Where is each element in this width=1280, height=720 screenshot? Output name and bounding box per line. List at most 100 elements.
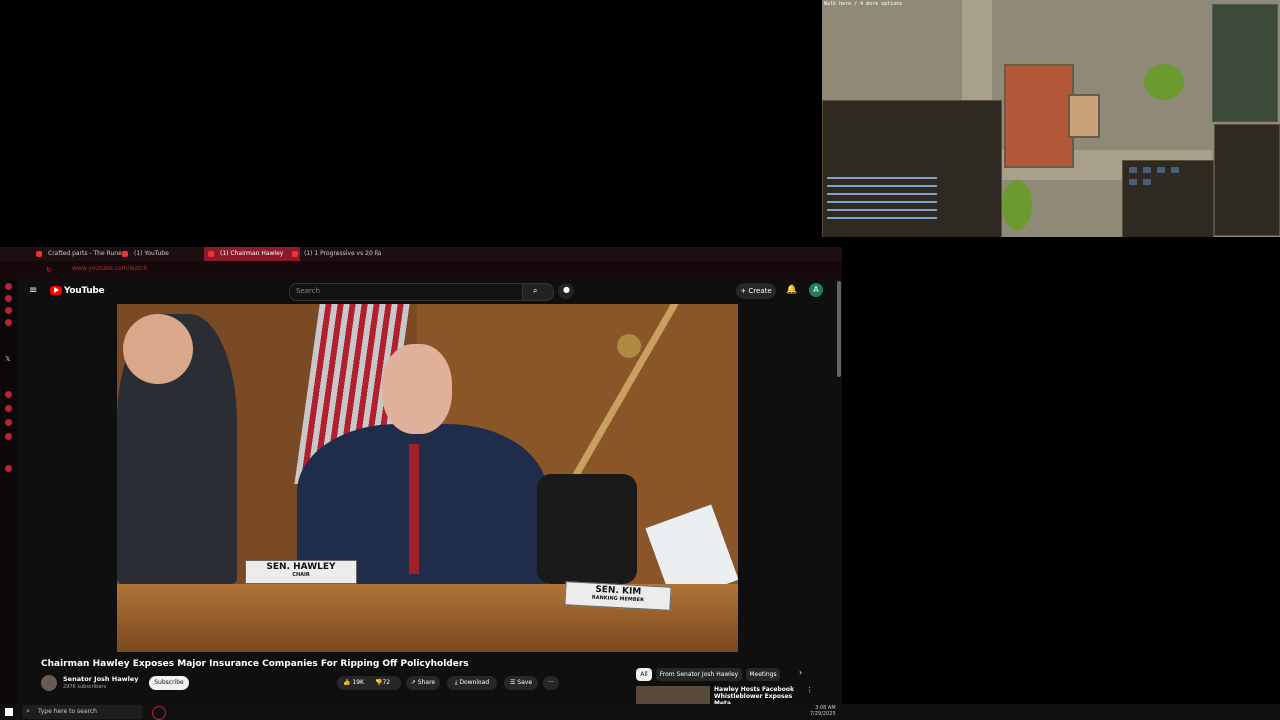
game-tree	[1002, 180, 1032, 230]
video-title: Chairman Hawley Exposes Major Insurance …	[41, 659, 469, 669]
channel-avatar[interactable]	[41, 675, 57, 691]
tab-label: (1) YouTube	[134, 250, 169, 257]
notifications-icon[interactable]: 🔔	[786, 285, 797, 295]
chat-line	[827, 209, 937, 211]
browser-window: Crafted parts - The Rune (1) YouTube (1)…	[0, 247, 842, 704]
game-side-panel[interactable]	[1214, 124, 1280, 236]
game-minimap[interactable]	[1212, 4, 1278, 122]
tab-crafted-parts[interactable]: Crafted parts - The Rune	[32, 247, 128, 261]
inventory-slot[interactable]	[1171, 167, 1179, 173]
channel-name[interactable]: Senator Josh Hawley	[63, 675, 139, 683]
video-face-left	[123, 314, 193, 384]
dislike-count: 72	[382, 679, 391, 686]
chip-meetings[interactable]: Meetings	[746, 668, 780, 681]
game-tree	[1144, 64, 1184, 100]
sidebar-icon[interactable]	[5, 419, 12, 426]
game-inventory-panel[interactable]	[1122, 160, 1214, 237]
subscribe-button[interactable]: Subscribe	[149, 676, 189, 690]
sidebar-icon[interactable]	[5, 433, 12, 440]
play-icon	[54, 287, 59, 293]
save-label: Save	[517, 679, 533, 686]
search-button[interactable]: ⌕	[522, 283, 554, 301]
recommended-thumbnail[interactable]	[636, 686, 710, 704]
youtube-icon	[292, 251, 298, 257]
opera-gx-icon[interactable]	[152, 706, 166, 720]
taskbar: ⌕ Type here to search 3:08 AM 7/29/2025	[0, 704, 1280, 720]
chat-line	[827, 177, 937, 179]
address-bar[interactable]: ↻ www.youtube.com/watch	[0, 261, 842, 279]
save-button[interactable]: ☰ Save	[504, 676, 538, 690]
youtube-icon	[208, 251, 214, 257]
url-text[interactable]: www.youtube.com/watch	[72, 265, 148, 272]
inventory-slot[interactable]	[1129, 167, 1137, 173]
chip-all[interactable]: All	[636, 668, 652, 681]
game-building	[1068, 94, 1100, 138]
taskbar-search[interactable]: ⌕ Type here to search	[22, 705, 142, 719]
sidebar-icon[interactable]	[5, 391, 12, 398]
download-button[interactable]: ⤓ Download	[447, 676, 497, 690]
tab-youtube[interactable]: (1) YouTube	[118, 247, 210, 261]
youtube-icon	[122, 251, 128, 257]
clock-date: 7/29/2025	[810, 711, 836, 717]
browser-sidebar: 𝕏	[0, 279, 17, 704]
video-seal	[617, 334, 641, 358]
sidebar-icon[interactable]	[5, 465, 12, 472]
inventory-slot[interactable]	[1143, 179, 1151, 185]
search-icon: ⌕	[533, 286, 538, 295]
video-player[interactable]: SEN. HAWLEY CHAIR SEN. KIM RANKING MEMBE…	[117, 304, 738, 652]
mic-button[interactable]: ●	[558, 283, 574, 299]
reload-icon[interactable]: ↻	[46, 266, 52, 274]
youtube-logo-text[interactable]: YouTube	[64, 286, 105, 296]
sidebar-icon[interactable]	[5, 295, 12, 302]
create-button[interactable]: + Create	[736, 283, 776, 299]
sidebar-icon[interactable]	[5, 319, 12, 326]
more-vert-icon[interactable]: ⋮	[806, 686, 813, 694]
system-clock[interactable]: 3:08 AM 7/29/2025	[810, 705, 836, 717]
sidebar-icon[interactable]	[5, 307, 12, 314]
nameplate-hawley: SEN. HAWLEY CHAIR	[245, 560, 357, 584]
subscriber-count: 297K subscribers	[63, 684, 107, 690]
game-building	[1004, 64, 1074, 168]
mic-icon: ●	[563, 285, 570, 294]
new-tab-button[interactable]: +	[374, 249, 381, 258]
video-tie	[409, 444, 419, 574]
search-icon: ⌕	[26, 707, 30, 715]
video-face-center	[382, 344, 452, 434]
recommended-title[interactable]: Hawley Hosts Facebook Whistleblower Expo…	[714, 686, 804, 704]
tab-chairman-hawley[interactable]: (1) Chairman Hawley	[204, 247, 300, 261]
search-placeholder: Search	[296, 287, 321, 295]
game-chat-panel[interactable]	[822, 100, 1002, 237]
dislike-button[interactable]: 👎72	[375, 676, 390, 690]
like-dislike-group: 👍 19K 👎72	[337, 676, 401, 690]
tab-label: (1) 1 Progressive vs 20 Fa	[304, 250, 382, 257]
game-window[interactable]: Walk here / 4 more options	[822, 0, 1280, 237]
scrollbar[interactable]	[837, 281, 841, 377]
chip-from-channel[interactable]: From Senator Josh Hawley	[656, 668, 742, 681]
nameplate-name: SEN. HAWLEY	[266, 562, 336, 572]
inventory-slot[interactable]	[1157, 167, 1165, 173]
nameplate-role: CHAIR	[292, 572, 310, 578]
create-label: Create	[748, 287, 772, 295]
chevron-right-icon[interactable]: ›	[799, 668, 802, 677]
sidebar-icon[interactable]	[5, 405, 12, 412]
inventory-slot[interactable]	[1143, 167, 1151, 173]
x-icon[interactable]: 𝕏	[5, 355, 11, 363]
search-input[interactable]: Search	[289, 283, 524, 301]
tab-label: Crafted parts - The Rune	[48, 250, 122, 257]
tab-progressive[interactable]: (1) 1 Progressive vs 20 Fa	[288, 247, 384, 261]
download-label: Download	[459, 679, 490, 686]
inventory-slot[interactable]	[1129, 179, 1137, 185]
youtube-page: ≡ YouTube Search ⌕ ● + Create 🔔 A SEN. H…	[17, 279, 842, 704]
taskbar-search-placeholder: Type here to search	[38, 708, 97, 715]
more-actions-button[interactable]: ···	[543, 676, 559, 690]
video-chair	[537, 474, 637, 584]
menu-icon[interactable]: ≡	[29, 285, 37, 296]
like-button[interactable]: 👍 19K	[343, 676, 364, 690]
share-button[interactable]: ↗ Share	[406, 676, 440, 690]
tab-label: (1) Chairman Hawley	[220, 250, 284, 257]
avatar[interactable]: A	[809, 283, 823, 297]
sidebar-icon[interactable]	[5, 283, 12, 290]
chat-line	[827, 201, 937, 203]
windows-start-icon[interactable]	[5, 708, 13, 716]
chat-line	[827, 217, 937, 219]
